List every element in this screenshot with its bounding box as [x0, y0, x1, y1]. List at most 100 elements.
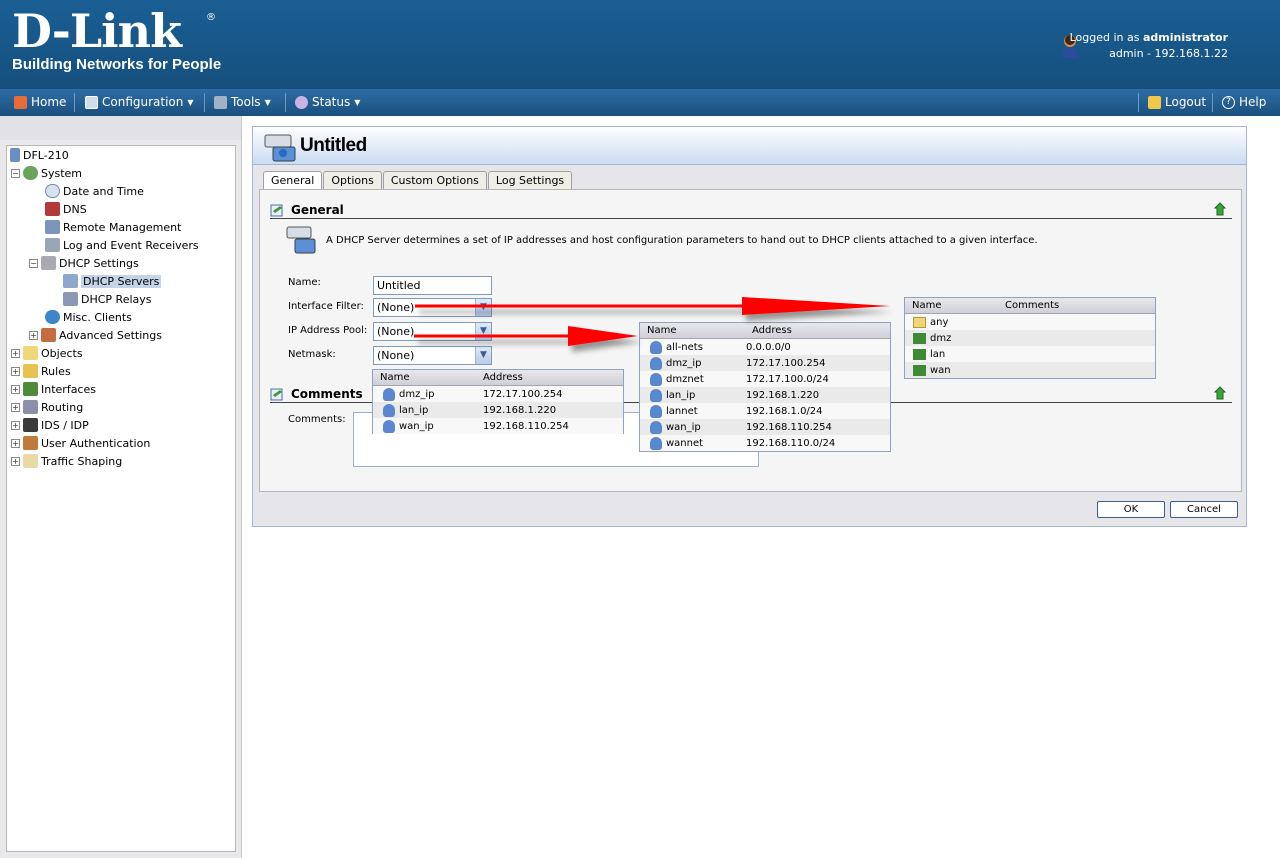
- address-object-icon: [650, 404, 662, 418]
- list-item[interactable]: any: [905, 314, 1155, 330]
- device-icon: [10, 148, 20, 162]
- tree-item-label: Objects: [41, 346, 83, 360]
- tree-item-system[interactable]: − System: [11, 165, 82, 181]
- tree-item-dhcp-settings[interactable]: − DHCP Settings: [29, 255, 139, 271]
- wrench-icon: [41, 328, 56, 342]
- list-header: Name Address: [373, 370, 623, 386]
- item-address: 192.168.110.0/24: [746, 437, 836, 449]
- list-item[interactable]: wan: [905, 362, 1155, 378]
- list-item[interactable]: wan_ip 192.168.110.254: [640, 419, 890, 435]
- address-object-icon: [383, 387, 395, 401]
- tree-item-root[interactable]: DFL-210: [10, 147, 69, 163]
- tree-item-date-time[interactable]: Date and Time: [45, 183, 144, 199]
- menu-status[interactable]: Status ▼: [295, 95, 360, 109]
- menu-configuration-label: Configuration: [102, 95, 184, 109]
- list-item[interactable]: dmz_ip 172.17.100.254: [373, 386, 623, 402]
- list-item[interactable]: wannet 192.168.110.0/24: [640, 435, 890, 451]
- list-item[interactable]: lannet 192.168.1.0/24: [640, 403, 890, 419]
- address-object-icon: [650, 356, 662, 370]
- tree-item-ids-idp[interactable]: + IDS / IDP: [11, 417, 89, 433]
- list-item[interactable]: lan: [905, 346, 1155, 362]
- list-item[interactable]: lan_ip 192.168.1.220: [640, 387, 890, 403]
- tab-general[interactable]: General: [263, 171, 323, 190]
- expand-icon[interactable]: +: [11, 384, 20, 394]
- tree-item-misc-clients[interactable]: Misc. Clients: [45, 309, 132, 325]
- menu-separator: [285, 93, 286, 112]
- login-detail: admin - 192.168.1.22: [1109, 47, 1228, 60]
- item-address: 172.17.100.0/24: [746, 373, 829, 385]
- ip-pool-select[interactable]: (None) ▼: [373, 322, 492, 341]
- chevron-down-icon[interactable]: ▼: [475, 347, 491, 364]
- list-item[interactable]: wan_ip 192.168.110.254: [373, 418, 623, 434]
- item-address: 192.168.1.0/24: [746, 405, 823, 417]
- item-name: lan_ip: [666, 389, 696, 401]
- edit-icon: [270, 388, 283, 400]
- expand-icon[interactable]: +: [11, 438, 20, 448]
- chevron-down-icon[interactable]: ▼: [475, 323, 491, 340]
- tree-item-interfaces[interactable]: + Interfaces: [11, 381, 96, 397]
- address-object-icon: [650, 420, 662, 434]
- collapse-icon[interactable]: −: [29, 258, 38, 268]
- tree-item-label: DHCP Servers: [81, 274, 162, 288]
- tree-item-dhcp-servers[interactable]: DHCP Servers: [63, 273, 162, 289]
- dlink-logo: D-Link ® Building Networks for People: [12, 8, 221, 73]
- expand-icon[interactable]: +: [11, 366, 20, 376]
- item-name: wannet: [666, 437, 704, 449]
- tree-item-routing[interactable]: + Routing: [11, 399, 83, 415]
- item-name: dmznet: [666, 373, 704, 385]
- item-address: 192.168.1.220: [483, 404, 557, 416]
- refresh-icon[interactable]: [1214, 202, 1228, 217]
- tree-item-user-auth[interactable]: + User Authentication: [11, 435, 150, 451]
- edit-icon: [270, 204, 283, 216]
- ok-button[interactable]: OK: [1097, 501, 1165, 518]
- refresh-icon[interactable]: [1214, 386, 1228, 401]
- expand-icon[interactable]: +: [11, 402, 20, 412]
- column-header-address: Address: [752, 325, 792, 336]
- item-name: wan_ip: [399, 420, 434, 432]
- collapse-icon[interactable]: −: [11, 168, 20, 178]
- expand-icon[interactable]: +: [29, 330, 38, 340]
- tab-log-settings[interactable]: Log Settings: [487, 171, 573, 189]
- list-item[interactable]: all-nets 0.0.0.0/0: [640, 339, 890, 355]
- tree-item-label: DHCP Relays: [81, 292, 152, 306]
- menu-tools[interactable]: Tools ▼: [214, 95, 271, 109]
- tree-item-advanced-settings[interactable]: + Advanced Settings: [29, 327, 162, 343]
- name-input[interactable]: Untitled: [373, 276, 492, 295]
- netmask-select[interactable]: (None) ▼: [373, 346, 492, 365]
- interface-filter-select[interactable]: (None) ▼: [373, 298, 492, 317]
- tab-options[interactable]: Options: [323, 171, 382, 189]
- menu-logout[interactable]: Logout: [1148, 95, 1206, 109]
- menu-help[interactable]: ? Help: [1222, 95, 1266, 109]
- interface-icon: [913, 348, 926, 360]
- tree-item-objects[interactable]: + Objects: [11, 345, 83, 361]
- list-header: Name Address: [640, 323, 890, 339]
- netmask-value: (None): [377, 349, 415, 362]
- comments-label: Comments:: [288, 414, 346, 425]
- menu-home[interactable]: Home: [14, 95, 66, 109]
- tree-item-traffic-shaping[interactable]: + Traffic Shaping: [11, 453, 122, 469]
- cancel-button[interactable]: Cancel: [1170, 501, 1238, 518]
- menu-help-label: Help: [1239, 95, 1267, 109]
- home-icon: [14, 95, 27, 109]
- list-item[interactable]: lan_ip 192.168.1.220: [373, 402, 623, 418]
- tab-custom-options[interactable]: Custom Options: [382, 171, 487, 189]
- address-object-icon: [650, 372, 662, 386]
- item-name: wan: [930, 364, 951, 376]
- tree-item-remote-management[interactable]: Remote Management: [45, 219, 181, 235]
- ip-pool-label: IP Address Pool:: [288, 325, 368, 336]
- expand-icon[interactable]: +: [11, 420, 20, 430]
- list-item[interactable]: dmz_ip 172.17.100.254: [640, 355, 890, 371]
- chevron-down-icon[interactable]: ▼: [475, 299, 491, 316]
- tree-item-dns[interactable]: DNS: [45, 201, 87, 217]
- tree-item-label: Routing: [41, 400, 84, 414]
- menu-configuration[interactable]: Configuration ▼: [85, 95, 194, 109]
- menu-home-label: Home: [31, 95, 67, 109]
- tree-item-dhcp-relays[interactable]: DHCP Relays: [63, 291, 152, 307]
- tree-item-log-receivers[interactable]: Log and Event Receivers: [45, 237, 199, 253]
- login-prefix: Logged in as: [1069, 31, 1140, 44]
- list-item[interactable]: dmz: [905, 330, 1155, 346]
- tree-item-rules[interactable]: + Rules: [11, 363, 71, 379]
- expand-icon[interactable]: +: [11, 456, 20, 466]
- list-item[interactable]: dmznet 172.17.100.0/24: [640, 371, 890, 387]
- expand-icon[interactable]: +: [11, 348, 20, 358]
